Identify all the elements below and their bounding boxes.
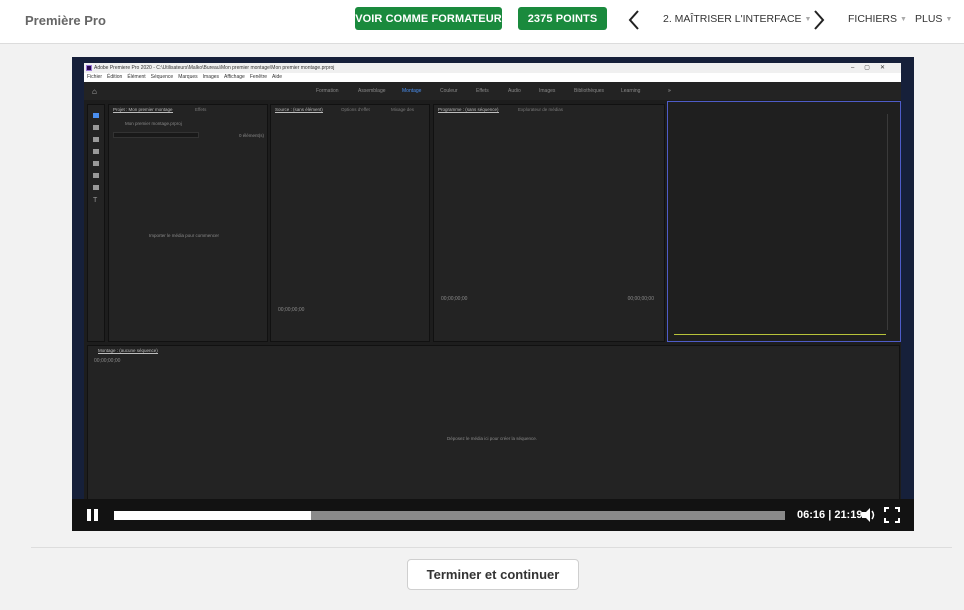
type-tool-icon: T — [93, 197, 98, 204]
source-tab: Source : (sans élément) — [275, 107, 323, 113]
workspace-tab: Montage — [402, 88, 422, 94]
program-timecode-left: 00;00;00;00 — [441, 296, 468, 302]
workspace-tab: Assemblage — [358, 88, 386, 94]
chevron-down-icon: ▼ — [900, 16, 907, 23]
top-bar: Première Pro VOIR COMME FORMATEUR 2375 P… — [0, 0, 964, 44]
pause-button[interactable] — [85, 507, 101, 523]
hand-tool-icon — [93, 185, 99, 190]
premiere-menu-item: Aide — [272, 74, 283, 80]
premiere-menu-item: Marques — [178, 74, 198, 80]
project-file-name: Mon premier montage.prproj — [125, 121, 182, 126]
chapter-label: 2. MAÎTRISER L'INTERFACE — [663, 13, 802, 25]
source-panel: Source : (sans élément) Options d'effet … — [270, 104, 430, 342]
course-title[interactable]: Première Pro — [25, 13, 106, 28]
pause-icon — [87, 509, 91, 521]
project-tab: Projet : Mon premier montage — [113, 107, 173, 113]
workspace-tab: Couleur — [440, 88, 458, 94]
meter-scale — [887, 114, 888, 330]
workspace-tab: Bibliothèques — [574, 88, 605, 94]
project-import-hint: Importer le média pour commencer — [149, 233, 220, 238]
premiere-menubar: Fichier Édition Élément Séquence Marques Imag… — [84, 73, 901, 82]
ripple-tool-icon — [93, 137, 99, 142]
more-menu[interactable]: PLUS ▼ — [915, 13, 952, 25]
pause-icon — [94, 509, 98, 521]
progress-bar[interactable] — [114, 511, 785, 520]
timeline-panel: Montage : (aucune séquence) 00;00;00;00 … — [87, 345, 900, 503]
fullscreen-icon[interactable] — [884, 507, 900, 523]
timeline-tab: Montage : (aucune séquence) — [98, 348, 158, 354]
effect-options-tab: Options d'effet — [341, 107, 370, 112]
project-item-count: 0 élément(s) — [238, 133, 264, 138]
video-player[interactable]: Adobe Premiere Pro 2020 - C:\Utilisateur… — [72, 57, 914, 531]
player-controls: 06:16 | 21:19 — [72, 499, 914, 531]
premiere-menu-item: Séquence — [150, 74, 174, 80]
more-workspaces-icon: » — [668, 88, 671, 94]
program-tab: Programme : (sans séquence) — [438, 107, 499, 113]
slip-tool-icon — [93, 161, 99, 166]
workspace-tab: Learning — [621, 88, 641, 94]
chevron-down-icon: ▼ — [945, 16, 953, 23]
media-browser-tab: Explorateur de médias — [518, 107, 564, 112]
premiere-menu-item: Édition — [107, 74, 123, 80]
source-timecode: 00;00;00;00 — [278, 307, 305, 313]
premiere-menu-item: Affichage — [224, 74, 245, 80]
timeline-timecode: 00;00;00;00 — [94, 358, 121, 364]
workspace-tab: Effets — [476, 88, 489, 94]
meter-level-line — [674, 334, 886, 335]
chevron-right-icon[interactable] — [812, 9, 826, 31]
files-menu-label: FICHIERS — [848, 13, 898, 25]
project-panel: Projet : Mon premier montage Effets Mon … — [108, 104, 268, 342]
track-select-tool-icon — [93, 125, 99, 130]
audio-meters-panel — [667, 101, 901, 342]
chapter-selector[interactable]: 2. MAÎTRISER L'INTERFACE ▼ — [663, 13, 811, 25]
points-button[interactable]: 2375 POINTS — [518, 7, 607, 30]
effects-tab: Effets — [195, 107, 207, 112]
workspace-tab: Images — [539, 88, 556, 94]
more-menu-label: PLUS — [915, 13, 943, 25]
volume-icon[interactable] — [861, 507, 877, 523]
premiere-menu-item: Élément — [127, 74, 146, 80]
workspace-tab: Audio — [508, 88, 521, 94]
chevron-down-icon: ▼ — [804, 16, 812, 23]
premiere-window-title: Adobe Premiere Pro 2020 - C:\Utilisateur… — [94, 65, 335, 71]
progress-bar-fill — [114, 511, 311, 520]
playback-time: 06:16 | 21:19 — [797, 509, 863, 521]
view-as-trainer-button[interactable]: VOIR COMME FORMATEUR — [355, 7, 502, 30]
premiere-menu-item: Fichier — [87, 74, 103, 80]
workspace-tab: Formation — [316, 88, 339, 94]
selection-tool-icon — [93, 113, 99, 118]
chevron-left-icon[interactable] — [627, 9, 641, 31]
files-menu[interactable]: FICHIERS ▼ — [848, 13, 907, 25]
timeline-drop-hint: Déposez le média ici pour créer la séque… — [447, 436, 538, 441]
premiere-menu-item: Images — [202, 74, 220, 80]
premiere-workspaces-bar: ⌂ » Formation Assemblage Montage Couleur Eff… — [84, 82, 901, 100]
premiere-titlebar: Adobe Premiere Pro 2020 - C:\Utilisateur… — [84, 63, 901, 73]
finish-continue-button[interactable]: Terminer et continuer — [407, 559, 579, 590]
audio-mixer-tab: Mixage des — [391, 107, 415, 112]
window-controls-icon: –▢✕ — [850, 65, 895, 71]
program-timecode-right: 00;00;00;00 — [627, 296, 654, 302]
home-icon: ⌂ — [92, 87, 97, 96]
premiere-window: Adobe Premiere Pro 2020 - C:\Utilisateur… — [84, 63, 901, 504]
pen-tool-icon — [93, 173, 99, 178]
premiere-menu-item: Fenêtre — [249, 74, 268, 80]
project-search-field — [113, 132, 199, 138]
divider — [31, 547, 952, 548]
tools-panel: T — [87, 104, 105, 342]
razor-tool-icon — [93, 149, 99, 154]
program-panel: Programme : (sans séquence) Explorateur … — [433, 104, 665, 342]
premiere-logo-icon — [86, 65, 92, 71]
